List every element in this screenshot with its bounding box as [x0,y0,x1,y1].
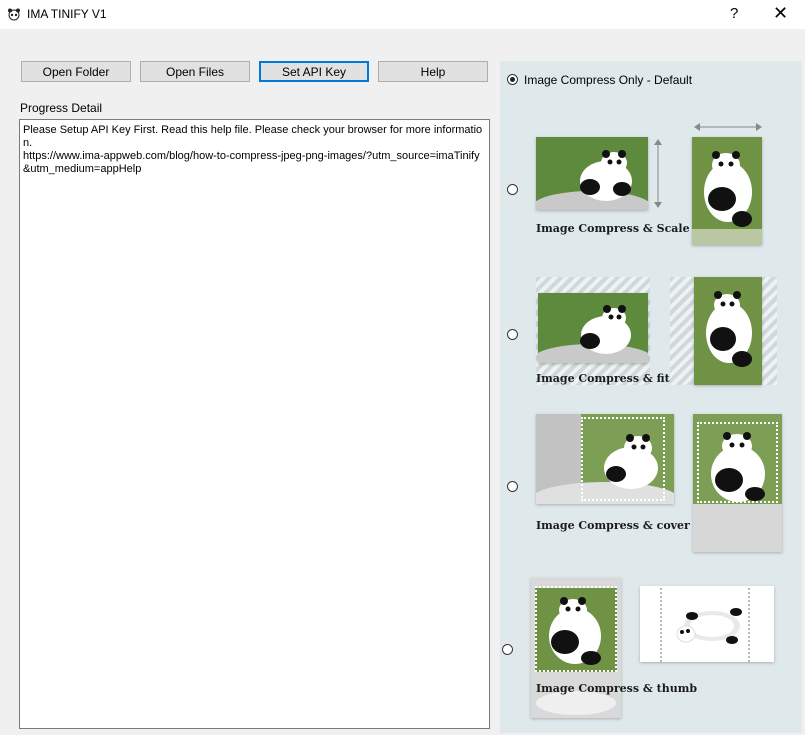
help-icon[interactable]: ? [730,5,738,22]
panda-image [536,414,674,504]
panda-image [694,277,762,385]
panda-image [693,414,782,552]
radio-compress-default[interactable] [507,74,518,85]
panda-image [531,578,621,718]
option-default-label: Image Compress Only - Default [524,73,693,87]
resize-arrow-icon [654,139,662,208]
panda-image [536,137,648,210]
open-folder-button[interactable]: Open Folder [21,61,131,82]
option-fit-label: Image Compress & fit [536,372,670,385]
option-cover-label: Image Compress & cover [536,519,690,532]
open-files-button[interactable]: Open Files [140,61,250,82]
help-button[interactable]: Help [378,61,488,82]
radio-compress-scale[interactable] [507,184,518,195]
option-scale-label: Image Compress & Scale [536,222,690,235]
set-api-key-button[interactable]: Set API Key [259,61,369,82]
panda-image [640,586,774,662]
radio-compress-fit[interactable] [507,329,518,340]
progress-detail-text[interactable] [19,119,490,729]
title-bar: IMA TINIFY V1 ? ✕ [0,0,805,29]
panda-image [538,293,648,363]
panda-image [692,137,762,245]
option-thumb-label: Image Compress & thumb [536,682,698,695]
progress-detail-label: Progress Detail [20,101,103,115]
panda-app-icon [8,8,20,21]
radio-compress-thumb[interactable] [502,644,513,655]
resize-arrow-icon [694,123,762,131]
window-title: IMA TINIFY V1 [27,7,107,21]
radio-compress-cover[interactable] [507,481,518,492]
close-icon[interactable]: ✕ [773,3,788,24]
